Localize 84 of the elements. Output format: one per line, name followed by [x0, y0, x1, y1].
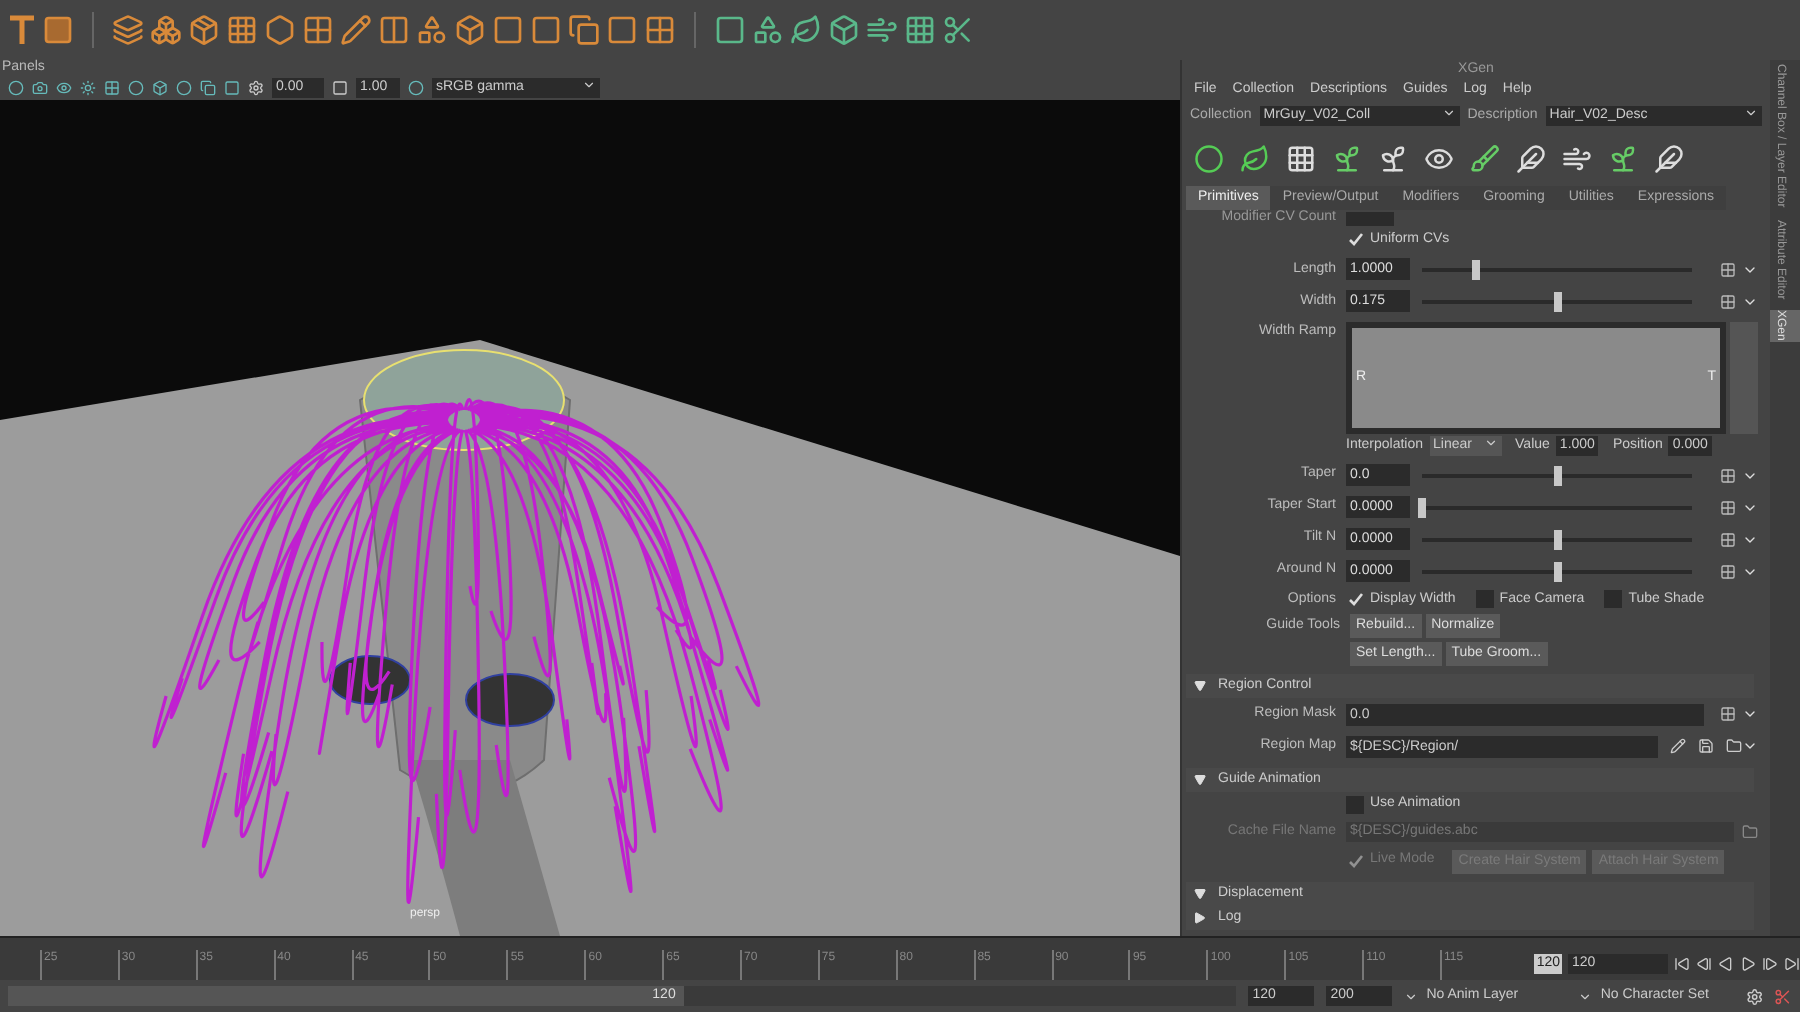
slider-handle[interactable]: [1553, 561, 1561, 582]
pencil-icon[interactable]: [340, 14, 372, 46]
grid-icon[interactable]: [644, 14, 676, 46]
checkbox[interactable]: [1346, 796, 1364, 815]
step-forward-icon[interactable]: [1762, 955, 1778, 972]
grid-icon[interactable]: [904, 14, 936, 46]
grid-icon[interactable]: [302, 14, 334, 46]
shapes-icon[interactable]: [752, 14, 784, 46]
folder-icon[interactable]: [1742, 824, 1758, 841]
feather-icon[interactable]: [1654, 143, 1684, 173]
square-icon[interactable]: [492, 14, 524, 46]
caret-icon: [582, 77, 596, 92]
cube-icon[interactable]: [828, 14, 860, 46]
eye-icon[interactable]: [1424, 143, 1454, 173]
caret-icon: [1578, 989, 1593, 1003]
text-tool-icon[interactable]: [8, 14, 36, 46]
slider-handle[interactable]: [1472, 259, 1480, 280]
save-icon[interactable]: [1698, 738, 1714, 755]
play-icon[interactable]: [1740, 955, 1756, 972]
viewport-tool-icon[interactable]: [104, 80, 120, 96]
sprout-icon[interactable]: [1332, 143, 1362, 173]
settings-icon[interactable]: [1745, 987, 1763, 1005]
shapes-icon[interactable]: [416, 14, 448, 46]
caret-icon: [1744, 105, 1758, 120]
step-back-icon[interactable]: [1696, 955, 1712, 972]
skip-back-icon[interactable]: [1674, 955, 1690, 972]
viewport-tool-icon[interactable]: [32, 80, 48, 96]
color-management-icon[interactable]: [408, 80, 424, 96]
slider-handle[interactable]: [1418, 497, 1426, 518]
viewport-tool-icon[interactable]: [200, 80, 216, 96]
viewport-tool-icon[interactable]: [56, 80, 72, 96]
caret-icon: [1483, 435, 1498, 450]
sprout-icon[interactable]: [1608, 143, 1638, 173]
viewport-tool-icon[interactable]: [176, 80, 192, 96]
square-icon[interactable]: [42, 14, 74, 46]
pencil-icon[interactable]: [1670, 738, 1686, 755]
grid-icon[interactable]: [1720, 293, 1736, 310]
play-backward-icon[interactable]: [1718, 955, 1734, 972]
square-icon[interactable]: [606, 14, 638, 46]
columns-icon[interactable]: [378, 14, 410, 46]
skip-forward-icon[interactable]: [1784, 955, 1800, 972]
square-icon[interactable]: [714, 14, 746, 46]
hexagon-icon[interactable]: [264, 14, 296, 46]
viewport-tool-icon[interactable]: [224, 80, 240, 96]
package-icon[interactable]: [188, 14, 220, 46]
checkbox[interactable]: [1346, 590, 1364, 609]
value-field[interactable]: [1346, 212, 1394, 226]
circle-icon[interactable]: [1194, 143, 1224, 173]
wind-icon[interactable]: [1562, 143, 1592, 173]
viewport-tool-icon[interactable]: [80, 80, 96, 96]
checkbox[interactable]: [1475, 590, 1494, 609]
viewport-tool-icon[interactable]: [128, 80, 144, 96]
folder-icon[interactable]: [1726, 738, 1742, 755]
cube-icon[interactable]: [454, 14, 486, 46]
square-icon[interactable]: [530, 14, 562, 46]
scissors-icon[interactable]: [942, 14, 974, 46]
gamma-icon[interactable]: [332, 80, 348, 96]
viewport-tool-icon[interactable]: [152, 80, 168, 96]
grid-icon[interactable]: [226, 14, 258, 46]
checkbox[interactable]: [1346, 231, 1364, 250]
sprout-icon[interactable]: [1378, 143, 1408, 173]
boxes-icon[interactable]: [150, 14, 182, 46]
caret-icon: [1441, 105, 1456, 120]
checkbox[interactable]: [1604, 590, 1623, 609]
slider-handle[interactable]: [1553, 291, 1561, 312]
exposure-icon[interactable]: [248, 80, 264, 96]
slider-handle[interactable]: [1553, 529, 1561, 550]
scissors-icon[interactable]: [1774, 987, 1792, 1005]
viewport-tool-icon[interactable]: [8, 80, 24, 96]
slider-handle[interactable]: [1553, 465, 1561, 486]
wind-icon[interactable]: [866, 14, 898, 46]
brush-icon[interactable]: [1470, 143, 1500, 173]
layers-icon[interactable]: [112, 14, 144, 46]
grid-icon[interactable]: [1720, 499, 1736, 516]
grid-icon[interactable]: [1720, 706, 1736, 723]
grid-icon[interactable]: [1720, 467, 1736, 484]
leaf-icon[interactable]: [1240, 143, 1270, 173]
caret-icon: [1404, 989, 1419, 1003]
copy-icon[interactable]: [568, 14, 600, 46]
feather-icon[interactable]: [1516, 143, 1546, 173]
grid-icon[interactable]: [1720, 261, 1736, 278]
grid-icon[interactable]: [1720, 531, 1736, 548]
leaf-icon[interactable]: [790, 14, 822, 46]
grid-icon[interactable]: [1720, 563, 1736, 580]
